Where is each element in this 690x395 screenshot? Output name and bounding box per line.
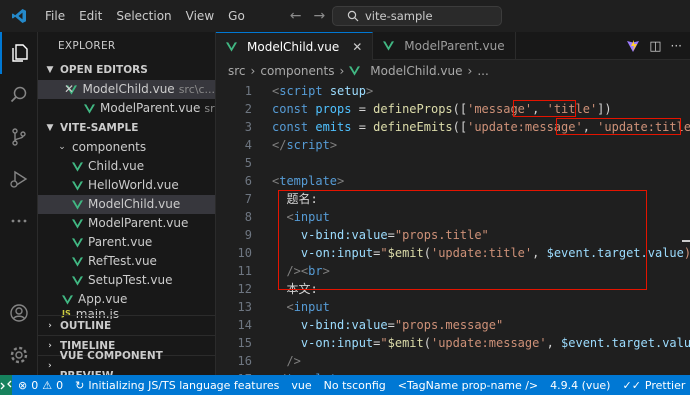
file-item[interactable]: HelloWorld.vue: [38, 176, 215, 195]
more-icon[interactable]: [0, 200, 38, 242]
open-editors-header[interactable]: ▼ OPEN EDITORS: [38, 60, 215, 80]
title-bar: File Edit Selection View Go ← → vite-sam…: [0, 0, 690, 32]
menu-selection[interactable]: Selection: [109, 0, 178, 32]
explorer-sidebar: EXPLORER ▼ OPEN EDITORS ✕ ModelChild.vue…: [38, 32, 216, 375]
language-init-status[interactable]: ↻ Initializing JS/TS language features: [69, 379, 285, 392]
problems-indicator[interactable]: ⊗ 0 ⚠ 0: [12, 379, 69, 392]
outline-section[interactable]: › OUTLINE: [38, 315, 215, 335]
vite-icon[interactable]: [626, 39, 640, 53]
folder-components[interactable]: ⌄ components: [38, 138, 215, 157]
vue-file-icon: [84, 103, 95, 114]
vue-file-icon: [349, 66, 361, 76]
sync-icon: ↻: [75, 378, 85, 392]
file-item[interactable]: SetupTest.vue: [38, 271, 215, 290]
open-editor-item[interactable]: ModelParent.vue src\...: [38, 99, 215, 118]
file-item[interactable]: RefTest.vue: [38, 252, 215, 271]
vscode-logo-icon: [0, 0, 38, 32]
vue-file-icon: [72, 218, 83, 229]
chevron-right-icon: ›: [339, 64, 345, 78]
settings-gear-icon[interactable]: [0, 335, 38, 375]
search-text: vite-sample: [365, 9, 433, 23]
run-debug-icon[interactable]: [0, 158, 38, 200]
menu-view[interactable]: View: [179, 0, 221, 32]
file-item[interactable]: App.vue: [38, 290, 215, 309]
highlight-box-update-title: [556, 118, 681, 135]
source-control-icon[interactable]: [0, 116, 38, 158]
warning-icon: ⚠: [42, 378, 53, 392]
split-editor-icon[interactable]: ◫: [649, 39, 661, 54]
double-check-icon: ✓✓: [622, 378, 641, 392]
remote-icon[interactable]: [0, 375, 12, 395]
more-actions-icon[interactable]: ···: [671, 39, 682, 53]
vue-file-icon: [72, 180, 83, 191]
chevron-down-icon: ▼: [46, 65, 54, 75]
chevron-right-icon: ›: [467, 64, 473, 78]
highlight-box-title: [513, 100, 576, 117]
close-icon[interactable]: ✕: [64, 80, 74, 99]
vue-file-icon: [226, 41, 237, 52]
tab-modelparent[interactable]: ModelParent.vue: [373, 32, 516, 60]
vue-component-preview-section[interactable]: › VUE COMPONENT PREVIEW: [38, 350, 215, 375]
activity-bar: [0, 32, 38, 375]
file-item[interactable]: ModelChild.vue: [38, 195, 215, 214]
menu-edit[interactable]: Edit: [72, 0, 109, 32]
open-editor-item[interactable]: ✕ ModelChild.vue src\c...: [38, 80, 215, 99]
chevron-right-icon: ›: [48, 340, 52, 351]
tab-modelchild[interactable]: ModelChild.vue ✕: [216, 32, 374, 60]
explorer-title: EXPLORER: [58, 40, 116, 52]
chevron-right-icon: ›: [250, 64, 256, 78]
chevron-down-icon: ⌄: [58, 142, 66, 152]
chevron-right-icon: ›: [47, 360, 52, 371]
tab-bar: ModelChild.vue ✕ ModelParent.vue ◫ ···: [216, 32, 690, 60]
menu-go[interactable]: Go: [221, 0, 252, 32]
vue-file-icon: [72, 275, 83, 286]
vue-file-icon: [72, 256, 83, 267]
chevron-right-icon: ›: [48, 320, 52, 331]
account-icon[interactable]: [0, 293, 38, 333]
file-item[interactable]: Parent.vue: [38, 233, 215, 252]
file-item[interactable]: ModelParent.vue: [38, 214, 215, 233]
editor-area: ModelChild.vue ✕ ModelParent.vue ◫ ··· s…: [216, 32, 690, 395]
vue-file-icon: [62, 294, 73, 305]
close-icon[interactable]: ✕: [352, 40, 362, 54]
back-arrow-icon[interactable]: ←: [290, 8, 302, 24]
status-bar: ⊗ 0 ⚠ 0 ↻ Initializing JS/TS language fe…: [0, 375, 690, 395]
tsconfig-status[interactable]: No tsconfig: [318, 379, 392, 392]
prettier-status[interactable]: ✓✓ Prettier: [616, 379, 690, 392]
tagname-style[interactable]: <TagName prop-name />: [392, 379, 544, 392]
language-mode[interactable]: vue: [285, 379, 317, 392]
search-icon: [347, 10, 359, 22]
explorer-icon[interactable]: [0, 32, 38, 74]
project-header[interactable]: ▼ VITE-SAMPLE: [38, 118, 215, 138]
code-editor[interactable]: 1 <script setup> 2 const props = definePro…: [216, 82, 690, 395]
menu-bar: File Edit Selection View Go: [38, 0, 252, 32]
breadcrumb: src › components › ModelChild.vue › ...: [216, 60, 690, 82]
scrollbar-marker: [682, 240, 690, 242]
chevron-down-icon: ▼: [46, 123, 54, 133]
command-center-search[interactable]: vite-sample: [332, 6, 502, 26]
error-icon: ⊗: [18, 378, 28, 392]
file-item[interactable]: Child.vue: [38, 157, 215, 176]
ts-version[interactable]: 4.9.4 (vue): [544, 379, 616, 392]
vue-file-icon: [72, 161, 83, 172]
menu-file[interactable]: File: [38, 0, 72, 32]
search-activity-icon[interactable]: [0, 74, 38, 116]
forward-arrow-icon[interactable]: →: [314, 8, 326, 24]
vue-file-icon: [72, 199, 83, 210]
vue-file-icon: [383, 41, 395, 51]
highlight-box-template-block: [278, 190, 647, 290]
vue-file-icon: [72, 237, 83, 248]
